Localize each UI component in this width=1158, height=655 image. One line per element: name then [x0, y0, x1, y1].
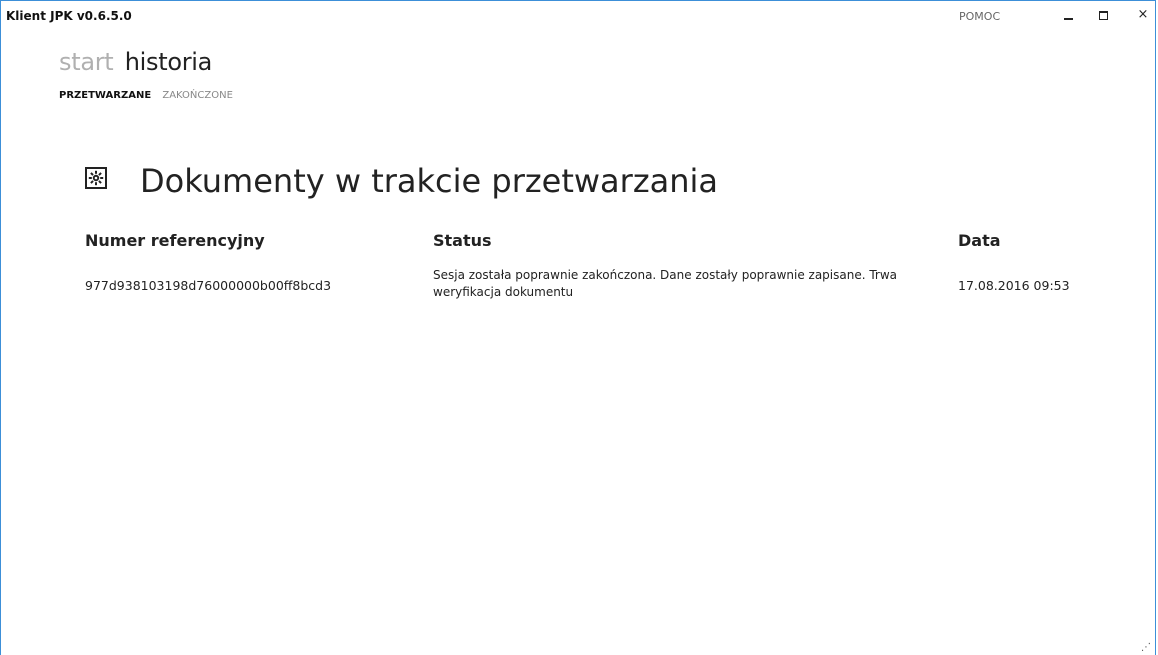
app-title: Klient JPK v0.6.5.0	[6, 9, 132, 23]
row-date: 17.08.2016 09:53	[958, 278, 1070, 293]
minimize-button[interactable]	[1057, 5, 1081, 25]
nav-start[interactable]: start	[59, 48, 114, 76]
close-button[interactable]: ×	[1131, 5, 1155, 25]
minimize-icon	[1064, 18, 1073, 20]
primary-nav: start historia	[59, 47, 212, 77]
row-status: Sesja została poprawnie zakończona. Dane…	[433, 268, 898, 299]
gear-icon	[85, 167, 107, 189]
table-row[interactable]: 977d938103198d76000000b00ff8bcd3 Sesja z…	[85, 268, 1105, 311]
row-ref-number: 977d938103198d76000000b00ff8bcd3	[85, 278, 332, 293]
column-header-status[interactable]: Status	[433, 231, 492, 250]
tab-przetwarzane[interactable]: PRZETWARZANE	[59, 90, 151, 101]
maximize-button[interactable]	[1092, 5, 1116, 25]
column-header-date[interactable]: Data	[958, 231, 1001, 250]
maximize-icon	[1099, 11, 1108, 20]
nav-historia[interactable]: historia	[125, 48, 213, 76]
tab-zakonczone[interactable]: ZAKOŃCZONE	[162, 90, 233, 101]
help-link[interactable]: POMOC	[959, 10, 1000, 23]
page-title: Dokumenty w trakcie przetwarzania	[140, 162, 718, 200]
column-header-ref[interactable]: Numer referencyjny	[85, 231, 265, 250]
secondary-nav: PRZETWARZANE ZAKOŃCZONE	[59, 90, 233, 101]
resize-grip-icon[interactable]: ⋰	[1141, 643, 1151, 653]
close-icon: ×	[1137, 7, 1149, 22]
title-bar[interactable]: Klient JPK v0.6.5.0 POMOC ×	[1, 1, 1155, 29]
app-window: Klient JPK v0.6.5.0 POMOC × start histor…	[0, 0, 1156, 655]
